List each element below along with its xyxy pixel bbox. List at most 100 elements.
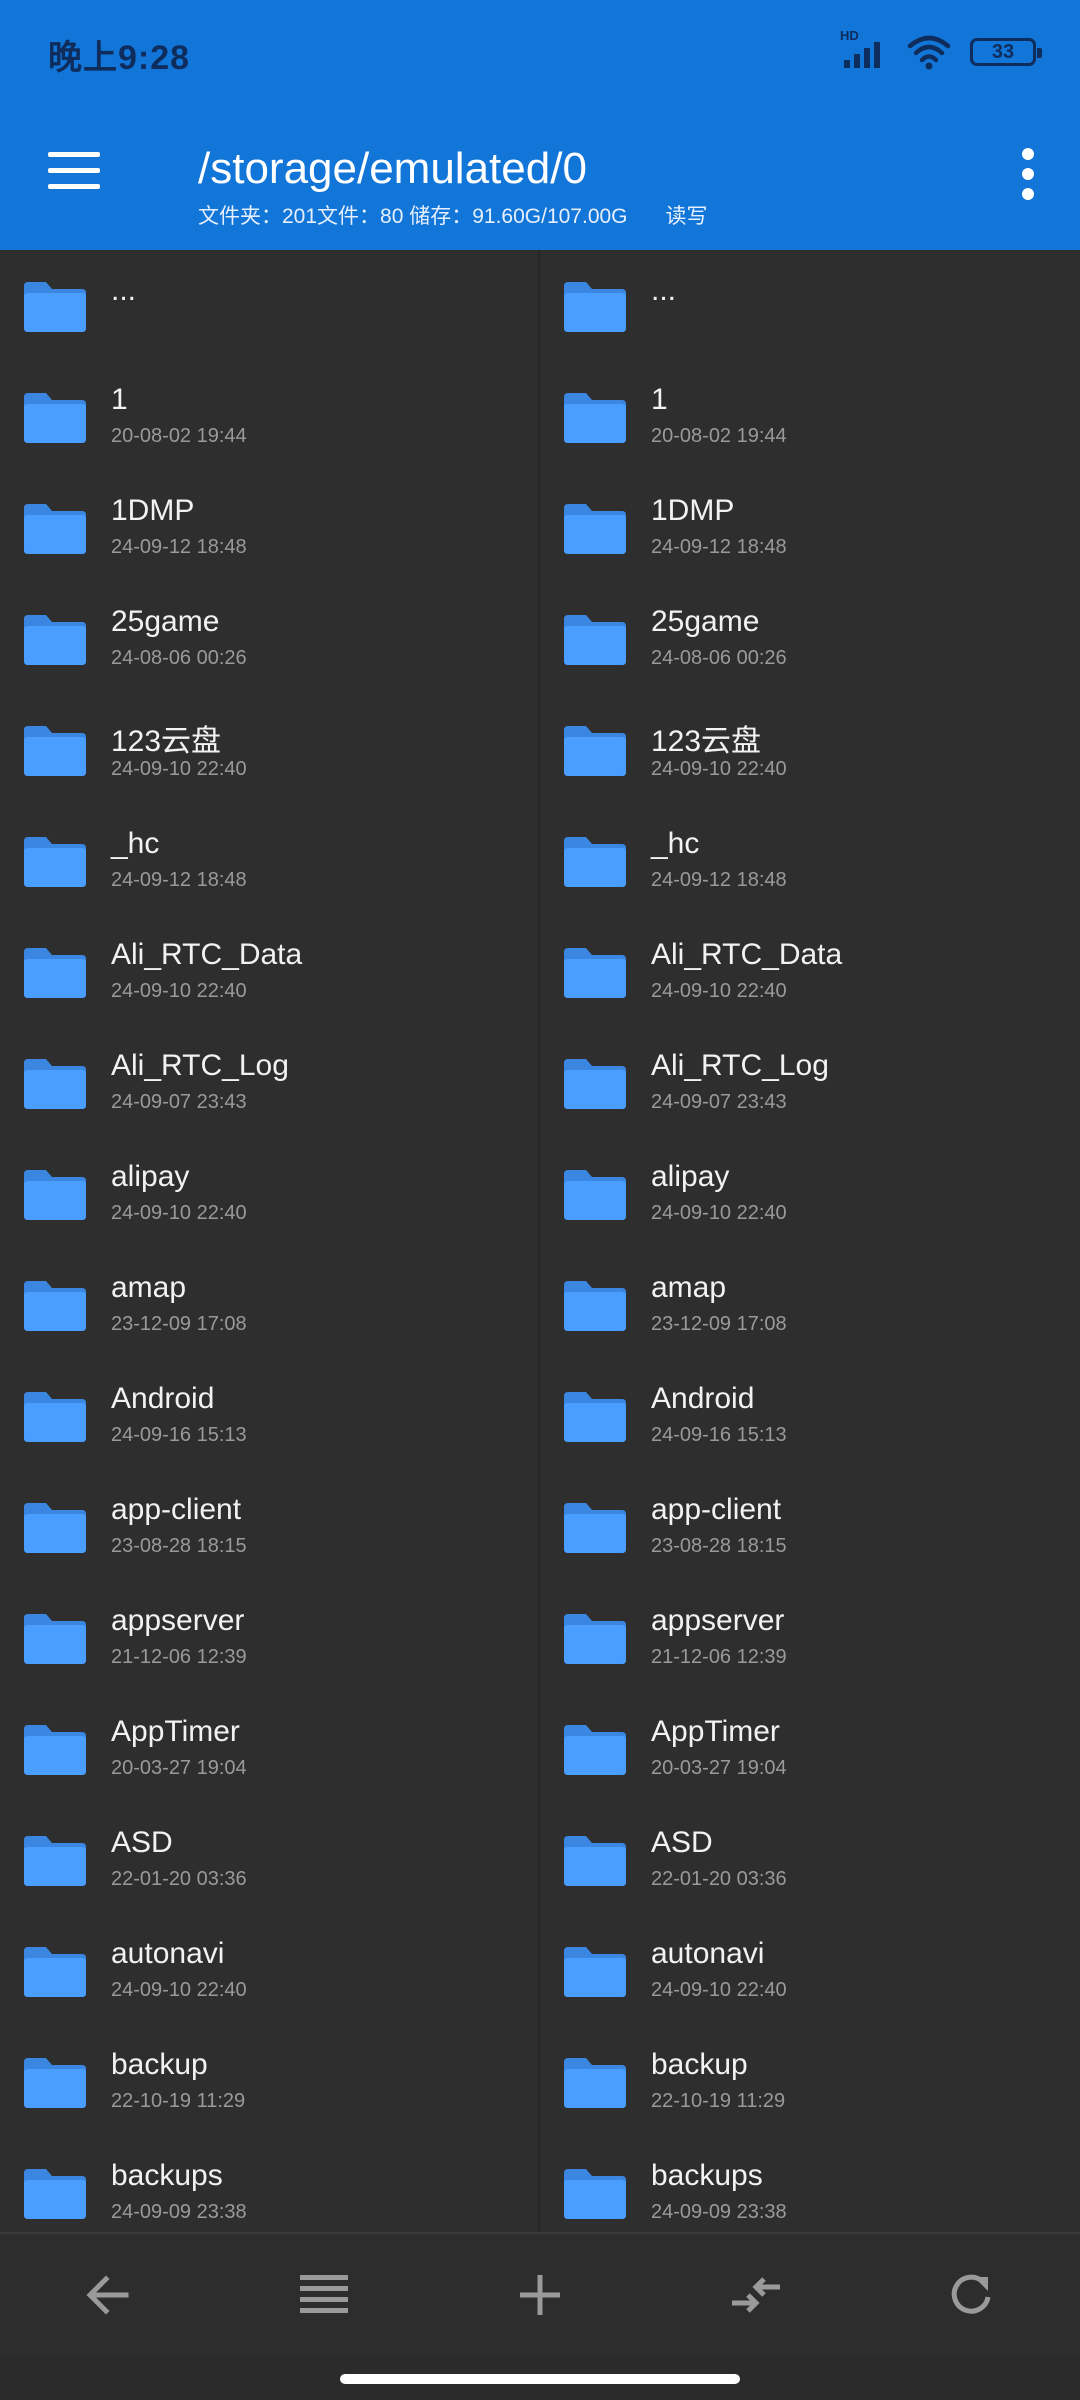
folder-date: 24-09-10 22:40 <box>651 758 787 780</box>
folder-date: 24-09-07 23:43 <box>651 1091 787 1113</box>
folder-date: 24-09-12 18:48 <box>651 536 787 558</box>
folder-date: 21-12-06 12:39 <box>651 1646 787 1668</box>
folder-name: Ali_RTC_Log <box>111 1049 289 1082</box>
current-path: /storage/emulated/0 <box>198 144 587 193</box>
folder-item[interactable]: amap 23-12-09 17:08 <box>540 1249 1080 1360</box>
left-pane[interactable]: ... 1 20-08-02 19:44 1DMP 24-09-12 18:48… <box>0 250 540 2232</box>
back-button[interactable] <box>0 2233 216 2357</box>
folder-item[interactable]: 25game 24-08-06 00:26 <box>540 583 1080 694</box>
folder-date: 20-08-02 19:44 <box>111 425 247 447</box>
parent-folder-item[interactable]: ... <box>540 250 1080 361</box>
folder-name: amap <box>651 1271 727 1304</box>
folder-icon <box>564 1614 626 1664</box>
folder-item[interactable]: AppTimer 20-03-27 19:04 <box>540 1693 1080 1804</box>
folder-item[interactable]: 1DMP 24-09-12 18:48 <box>540 472 1080 583</box>
folder-item[interactable]: appserver 21-12-06 12:39 <box>0 1582 538 1693</box>
folder-item[interactable]: autonavi 24-09-10 22:40 <box>540 1915 1080 2026</box>
access-mode: 读写 <box>665 205 708 228</box>
add-button[interactable] <box>432 2233 648 2357</box>
list-view-button[interactable] <box>216 2233 432 2357</box>
folder-item[interactable]: backups 24-09-09 23:38 <box>0 2137 538 2232</box>
folder-icon <box>564 1392 626 1442</box>
folder-item[interactable]: alipay 24-09-10 22:40 <box>0 1138 538 1249</box>
folder-item[interactable]: 25game 24-08-06 00:26 <box>0 583 538 694</box>
folder-item[interactable]: Ali_RTC_Log 24-09-07 23:43 <box>0 1027 538 1138</box>
folder-item[interactable]: _hc 24-09-12 18:48 <box>0 805 538 916</box>
folder-name: alipay <box>111 1160 190 1193</box>
folder-date: 24-09-09 23:38 <box>651 2201 787 2223</box>
folder-item[interactable]: 123云盘 24-09-10 22:40 <box>0 694 538 805</box>
right-pane[interactable]: ... 1 20-08-02 19:44 1DMP 24-09-12 18:48… <box>540 250 1080 2232</box>
folder-item[interactable]: Ali_RTC_Data 24-09-10 22:40 <box>0 916 538 1027</box>
folder-icon <box>564 726 626 776</box>
folder-item[interactable]: 1 20-08-02 19:44 <box>0 361 538 472</box>
folder-item[interactable]: app-client 23-08-28 18:15 <box>0 1471 538 1582</box>
folder-item[interactable]: ASD 22-01-20 03:36 <box>0 1804 538 1915</box>
folder-name: appserver <box>111 1604 245 1637</box>
folder-item[interactable]: amap 23-12-09 17:08 <box>0 1249 538 1360</box>
folder-name: 1DMP <box>651 494 735 527</box>
folder-item[interactable]: Android 24-09-16 15:13 <box>540 1360 1080 1471</box>
folder-item[interactable]: backup 22-10-19 11:29 <box>540 2026 1080 2137</box>
swap-arrows-icon <box>732 2277 780 2313</box>
folder-date: 22-10-19 11:29 <box>651 2090 786 2112</box>
folder-item[interactable]: Ali_RTC_Log 24-09-07 23:43 <box>540 1027 1080 1138</box>
plus-icon <box>520 2275 560 2315</box>
folder-item[interactable]: _hc 24-09-12 18:48 <box>540 805 1080 916</box>
folder-item[interactable]: alipay 24-09-10 22:40 <box>540 1138 1080 1249</box>
folder-date: 24-09-07 23:43 <box>111 1091 247 1113</box>
folder-item[interactable]: backup 22-10-19 11:29 <box>0 2026 538 2137</box>
folder-icon <box>564 504 626 554</box>
folder-name: 123云盘 <box>111 725 222 758</box>
signal-icon: HD <box>840 28 888 72</box>
folder-icon <box>24 837 86 887</box>
toolbar: /storage/emulated/0 文件夹：201文件：80 储存：91.6… <box>0 104 1080 250</box>
folder-date: 24-09-16 15:13 <box>651 1424 787 1446</box>
more-options-button[interactable] <box>1016 144 1040 204</box>
status-time: 晚上9:28 <box>48 39 191 77</box>
swap-panes-button[interactable] <box>648 2233 864 2357</box>
battery-icon: 33 <box>970 38 1042 66</box>
refresh-button[interactable] <box>864 2233 1080 2357</box>
folder-icon <box>564 393 626 443</box>
folder-name: 123云盘 <box>651 725 762 758</box>
folder-icon <box>564 615 626 665</box>
hamburger-icon <box>48 152 100 157</box>
folder-name: app-client <box>651 1493 782 1526</box>
folder-name: backups <box>111 2159 223 2192</box>
folder-icon <box>24 1059 86 1109</box>
folder-item[interactable]: autonavi 24-09-10 22:40 <box>0 1915 538 2026</box>
folder-item[interactable]: Android 24-09-16 15:13 <box>0 1360 538 1471</box>
folder-item[interactable]: ASD 22-01-20 03:36 <box>540 1804 1080 1915</box>
folder-icon <box>564 282 626 332</box>
folder-icon <box>24 1725 86 1775</box>
dual-pane-view: ... 1 20-08-02 19:44 1DMP 24-09-12 18:48… <box>0 250 1080 2232</box>
home-indicator[interactable] <box>340 2374 740 2384</box>
folder-name: _hc <box>651 827 700 860</box>
folder-icon <box>24 1836 86 1886</box>
folder-icon <box>24 504 86 554</box>
folder-date: 24-08-06 00:26 <box>111 647 247 669</box>
folder-item[interactable]: Ali_RTC_Data 24-09-10 22:40 <box>540 916 1080 1027</box>
folder-icon <box>24 2169 86 2219</box>
folder-date: 23-12-09 17:08 <box>111 1313 247 1335</box>
folder-date: 24-09-16 15:13 <box>111 1424 247 1446</box>
folder-date: 24-09-12 18:48 <box>651 869 787 891</box>
folder-date: 24-09-12 18:48 <box>111 536 247 558</box>
folder-name: Ali_RTC_Log <box>651 1049 829 1082</box>
folder-item[interactable]: 1DMP 24-09-12 18:48 <box>0 472 538 583</box>
folder-date: 20-08-02 19:44 <box>651 425 787 447</box>
folder-item[interactable]: appserver 21-12-06 12:39 <box>540 1582 1080 1693</box>
menu-button[interactable] <box>48 148 104 196</box>
status-bar: 晚上9:28 HD 33 <box>0 0 1080 104</box>
folder-name: ASD <box>111 1826 173 1859</box>
folder-item[interactable]: backups 24-09-09 23:38 <box>540 2137 1080 2232</box>
folder-icon <box>564 1836 626 1886</box>
folder-item[interactable]: 1 20-08-02 19:44 <box>540 361 1080 472</box>
parent-folder-item[interactable]: ... <box>0 250 538 361</box>
folder-item[interactable]: app-client 23-08-28 18:15 <box>540 1471 1080 1582</box>
folder-item[interactable]: 123云盘 24-09-10 22:40 <box>540 694 1080 805</box>
folder-name: Ali_RTC_Data <box>651 938 843 971</box>
folder-item[interactable]: AppTimer 20-03-27 19:04 <box>0 1693 538 1804</box>
folder-date: 23-08-28 18:15 <box>111 1535 247 1557</box>
